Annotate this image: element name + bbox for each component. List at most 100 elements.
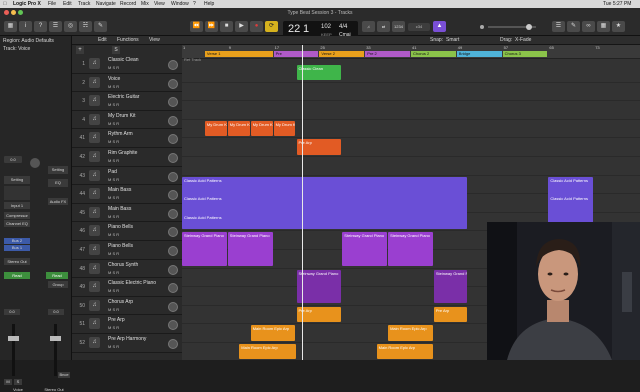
cpu-meter[interactable]: c34 (408, 23, 430, 31)
track-buttons[interactable]: M S R (108, 195, 119, 200)
track-header[interactable]: 44 ♫ Main Bass M S R (72, 185, 182, 204)
keys-icon[interactable]: ♫ (89, 318, 100, 330)
volume-knob[interactable] (168, 339, 178, 349)
menu-file[interactable]: File (48, 0, 56, 8)
region[interactable]: Main Room Epic Arp (376, 344, 433, 360)
track-buttons[interactable]: M S R (108, 139, 119, 144)
track-name[interactable]: My Drum Kit (108, 113, 136, 119)
track-name[interactable]: Rim Graphite (108, 150, 137, 156)
input-slot[interactable]: Input 1 (4, 202, 30, 209)
inspector-value-a[interactable]: 0.0 (4, 156, 22, 163)
region[interactable]: Steinway Grand Piano (227, 232, 273, 266)
smart-controls-button[interactable]: ◎ (64, 21, 77, 32)
group-slot[interactable]: Group (48, 281, 68, 288)
edit-menu[interactable]: Edit (98, 37, 107, 43)
rewind-button[interactable]: ⏪ (190, 21, 203, 32)
keys-icon[interactable]: ♫ (89, 299, 100, 311)
cycle-button[interactable]: ⟳ (265, 21, 278, 32)
keys-icon[interactable]: ♫ (89, 206, 100, 218)
global-solo-button[interactable]: S (112, 46, 120, 54)
track-name[interactable]: Main Bass (108, 206, 131, 212)
eq-thumbnail[interactable] (4, 186, 30, 200)
track-name[interactable]: Chorus Arp (108, 299, 133, 305)
library-button[interactable]: ▦ (4, 21, 17, 32)
menu-navigate[interactable]: Navigate (96, 0, 116, 8)
region[interactable]: Main Room Epic Arp (388, 325, 433, 341)
track-buttons[interactable]: M S R (108, 121, 119, 126)
region[interactable]: My Drum Kit (204, 120, 227, 136)
snap-select[interactable]: Smart (446, 37, 459, 43)
track-header[interactable]: 47 ♫ Piano Bells M S R (72, 241, 182, 260)
volume-knob[interactable] (168, 283, 178, 294)
keys-icon[interactable]: ♫ (89, 225, 100, 237)
drag-select[interactable]: X-Fade (515, 37, 531, 43)
region[interactable]: Pre Arp (433, 306, 468, 322)
send-bus-a[interactable]: Bus 2 (4, 238, 30, 244)
region[interactable]: My Drum Kit (227, 120, 250, 136)
volume-knob[interactable] (168, 208, 178, 219)
mixer-button[interactable]: ☵ (79, 21, 92, 32)
region[interactable]: Classic Acid Patterns (182, 213, 468, 229)
track-header[interactable]: 51 ♫ Pre Arp M S R (72, 315, 182, 334)
region[interactable]: Steinway Grand Piano (296, 269, 342, 303)
loops-button[interactable]: ∞ (582, 21, 595, 32)
arrangement-marker[interactable]: Bridge (456, 51, 502, 57)
track-name[interactable]: Pre Arp Harmony (108, 336, 146, 342)
track-lane[interactable] (182, 101, 640, 120)
region[interactable]: Main Room Epic Arp (250, 325, 296, 341)
menu-track[interactable]: Track (78, 0, 90, 8)
keys-icon[interactable]: ♫ (89, 188, 100, 200)
count-in-button[interactable]: 1234 (392, 21, 405, 32)
tuner-button[interactable]: ♫ (362, 21, 375, 32)
track-header[interactable]: 43 ♫ Pad M S R (72, 167, 182, 186)
audio-fx-slot[interactable]: Audio FX (48, 198, 68, 205)
arrangement-marker[interactable]: Chorus 3 (502, 51, 548, 57)
menu-edit[interactable]: Edit (63, 0, 72, 8)
menu-view[interactable]: View (154, 0, 165, 8)
track-buttons[interactable]: M S R (108, 270, 119, 275)
track-buttons[interactable]: M S R (108, 288, 119, 293)
keys-icon[interactable]: ♫ (89, 262, 100, 274)
automation-mode-a[interactable]: Read (4, 272, 30, 279)
volume-knob[interactable] (168, 320, 178, 331)
track-header[interactable]: 41 ♫ Rythm Arm M S R (72, 129, 182, 148)
automation-mode-b[interactable]: Read (46, 272, 68, 279)
record-button[interactable]: ● (250, 21, 263, 32)
track-header[interactable]: 42 ♫ Rim Graphite M S R (72, 148, 182, 167)
track-buttons[interactable]: M S R (108, 158, 119, 163)
channel-eq-slot[interactable]: Channel EQ (4, 220, 30, 227)
view-menu[interactable]: View (149, 37, 160, 43)
replace-button[interactable]: ⇄ (377, 21, 390, 32)
track-header[interactable]: 46 ♫ Piano Bells M S R (72, 222, 182, 241)
playhead[interactable] (302, 45, 304, 360)
menu-help[interactable]: Help (204, 0, 214, 8)
compressor-slot[interactable]: Compressor (4, 212, 30, 219)
track-lane[interactable] (182, 83, 640, 102)
track-buttons[interactable]: M S R (108, 307, 119, 312)
arrangement-marker[interactable]: Chorus 2 (411, 51, 456, 57)
volume-knob[interactable] (168, 115, 178, 126)
track-header[interactable]: 48 ♫ Chorus Synth M S R (72, 260, 182, 279)
keys-icon[interactable]: ♫ (89, 151, 100, 162)
volume-knob[interactable] (168, 134, 178, 145)
amp-icon[interactable]: ♫ (89, 58, 100, 69)
track-name[interactable]: Chorus Synth (108, 262, 138, 268)
track-name[interactable]: Electric Guitar (108, 94, 139, 100)
track-header[interactable]: 49 ♫ Classic Electric Piano M S R (72, 278, 182, 297)
master-volume-slider[interactable] (488, 24, 536, 30)
editors-button[interactable]: ✎ (94, 21, 107, 32)
toolbar-button[interactable]: ☰ (49, 21, 62, 32)
solo-button-a[interactable]: S (14, 379, 22, 385)
region[interactable]: Pre Arp (296, 306, 342, 322)
apple-icon[interactable]:  (3, 0, 7, 8)
fader-handle-b[interactable] (50, 336, 61, 341)
region[interactable]: Steinway Grand Piano (388, 232, 433, 266)
metronome-button[interactable]: ▲ (433, 21, 446, 32)
menu-record[interactable]: Record (120, 0, 136, 8)
inspector-track-label[interactable]: Track: Voice (3, 46, 30, 52)
region[interactable]: Main Room Epic Arp (239, 344, 296, 360)
region[interactable]: Steinway Grand Piano (182, 232, 227, 266)
add-track-icon[interactable]: + (76, 46, 84, 54)
track-lane[interactable] (182, 64, 640, 83)
track-header[interactable]: 4 ♫ My Drum Kit M S R (72, 111, 182, 130)
